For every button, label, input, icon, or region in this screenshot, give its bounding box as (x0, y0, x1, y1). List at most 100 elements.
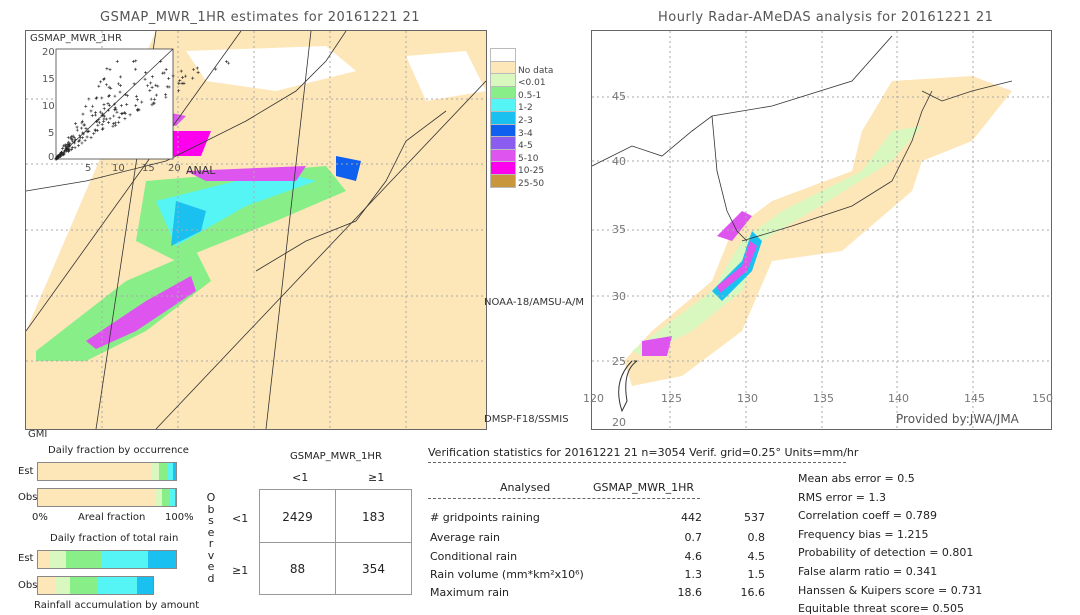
stat-gsmap-value: 0.8 (747, 531, 766, 544)
score-line: Hanssen & Kuipers score = 0.731 (798, 583, 983, 597)
inset-xtick: 15 (142, 163, 155, 174)
lon-tick: 145 (964, 392, 985, 405)
bar-segment (55, 577, 70, 594)
inset-ytick: 5 (48, 128, 55, 139)
swath-label-dmsp: DMSP-F18/SSMIS (484, 414, 569, 425)
stats-header: Verification statistics for 20161221 21 … (428, 446, 859, 459)
col-gsmap: GSMAP_MWR_1HR (593, 481, 695, 494)
anal-label: ANAL (186, 164, 216, 177)
swath-label-gmi: GMI (28, 429, 48, 440)
total-rain-title: Daily fraction of total rain (50, 533, 179, 544)
bar-segment (155, 489, 163, 506)
lon-tick: 125 (661, 392, 682, 405)
lon-tick: 150 (1032, 392, 1053, 405)
axis-0-label: 0% (32, 512, 48, 523)
bar-segment (137, 577, 153, 594)
lat-tick: 25 (612, 355, 626, 368)
axis-100-label: 100% (165, 512, 194, 523)
areal-fraction-label: Areal fraction (78, 512, 146, 523)
legend-label: 10-25 (518, 166, 545, 177)
inset-xtick: 10 (112, 163, 125, 174)
col-label: <1 (292, 471, 309, 484)
lat-tick: 20 (612, 416, 626, 429)
radar-amedas-map (591, 30, 1052, 430)
stat-row-label: # gridpoints raining (430, 511, 540, 524)
bar-segment (101, 551, 149, 568)
score-line: Frequency bias = 1.215 (798, 527, 929, 541)
inset-xtick: 5 (85, 163, 92, 174)
lat-tick: 35 (612, 223, 626, 236)
row-label: <1 (232, 512, 249, 525)
bar-segment (38, 577, 56, 594)
cell-false-alarm: 183 (362, 510, 385, 524)
stat-analysed-value: 442 (681, 511, 702, 524)
lon-tick: 135 (813, 392, 834, 405)
inset-ytick: 10 (42, 101, 55, 112)
left-map-title: GSMAP_MWR_1HR estimates for 20161221 21 (100, 10, 421, 25)
legend-label: No data (518, 65, 554, 76)
obs-label: Obs (18, 492, 38, 503)
inset-ytick: 0 (48, 152, 55, 163)
occurrence-title: Daily fraction by occurrence (48, 445, 189, 456)
col-analysed: Analysed (500, 481, 551, 494)
stat-analysed-value: 18.6 (677, 586, 703, 599)
legend-label: 2-3 (518, 116, 533, 126)
lon-tick: 130 (737, 392, 758, 405)
legend-label: 4-5 (518, 141, 533, 152)
lon-tick: 140 (888, 392, 909, 405)
right-map-title: Hourly Radar-AMeDAS analysis for 2016122… (658, 10, 994, 25)
lat-tick: 45 (612, 90, 626, 103)
score-line: Probability of detection = 0.801 (798, 546, 974, 560)
stat-gsmap-value: 1.5 (747, 568, 766, 581)
stat-gsmap-value: 537 (744, 511, 765, 524)
cell-hit-none: 2429 (282, 510, 313, 524)
bar-segment (159, 463, 168, 480)
stat-row-label: Maximum rain (430, 586, 509, 599)
legend-label: 3-4 (518, 128, 533, 139)
stat-analysed-value: 1.3 (684, 568, 703, 581)
inset-xtick: 20 (168, 163, 181, 174)
gsmap-estimate-map (25, 30, 487, 430)
cell-hit: 354 (362, 562, 385, 576)
legend-label: <0.01 (518, 78, 546, 89)
stat-row-label: Conditional rain (430, 550, 518, 563)
occurrence-est-bar (37, 462, 177, 481)
rain-obs-bar (37, 576, 154, 595)
occurrence-obs-bar (37, 488, 177, 507)
contingency-title: GSMAP_MWR_1HR (290, 451, 382, 462)
score-line: RMS error = 1.3 (798, 490, 886, 504)
obs-label: Obs (18, 580, 38, 591)
contingency-table: 2429 183 88 354 (259, 489, 412, 595)
bar-segment (173, 463, 176, 480)
stat-row-label: Average rain (430, 531, 500, 544)
col-label: ≥1 (368, 471, 385, 484)
legend-label: 25-50 (518, 179, 545, 189)
legend-swatch (490, 174, 516, 188)
bar-segment (50, 551, 66, 568)
lat-tick: 40 (612, 155, 626, 168)
est-label: Est (18, 553, 34, 564)
bar-segment (38, 551, 51, 568)
bar-segment (148, 551, 176, 568)
bar-segment (38, 463, 152, 480)
credit-label: Provided by:JWA/JMA (896, 412, 1019, 426)
divider (428, 462, 846, 463)
inset-label: GSMAP_MWR_1HR (30, 33, 122, 44)
row-label: ≥1 (232, 564, 249, 577)
bar-segment (162, 489, 170, 506)
stat-analysed-value: 4.6 (684, 550, 703, 563)
bar-segment (174, 489, 176, 506)
score-line: False alarm ratio = 0.341 (798, 565, 938, 578)
stat-gsmap-value: 16.6 (740, 586, 766, 599)
stat-analysed-value: 0.7 (684, 531, 703, 544)
swath-label-noaa: NOAA-18/AMSU-A/M (484, 297, 584, 308)
bar-segment (65, 551, 102, 568)
divider (428, 498, 700, 499)
legend-label: 0.5-1 (518, 90, 542, 101)
rain-est-bar (37, 550, 177, 569)
observed-label: Observed (206, 491, 216, 585)
legend-label: 1-2 (518, 103, 533, 114)
inset-ytick: 20 (42, 47, 55, 58)
cell-miss: 88 (289, 562, 306, 576)
stat-gsmap-value: 4.5 (747, 550, 766, 563)
